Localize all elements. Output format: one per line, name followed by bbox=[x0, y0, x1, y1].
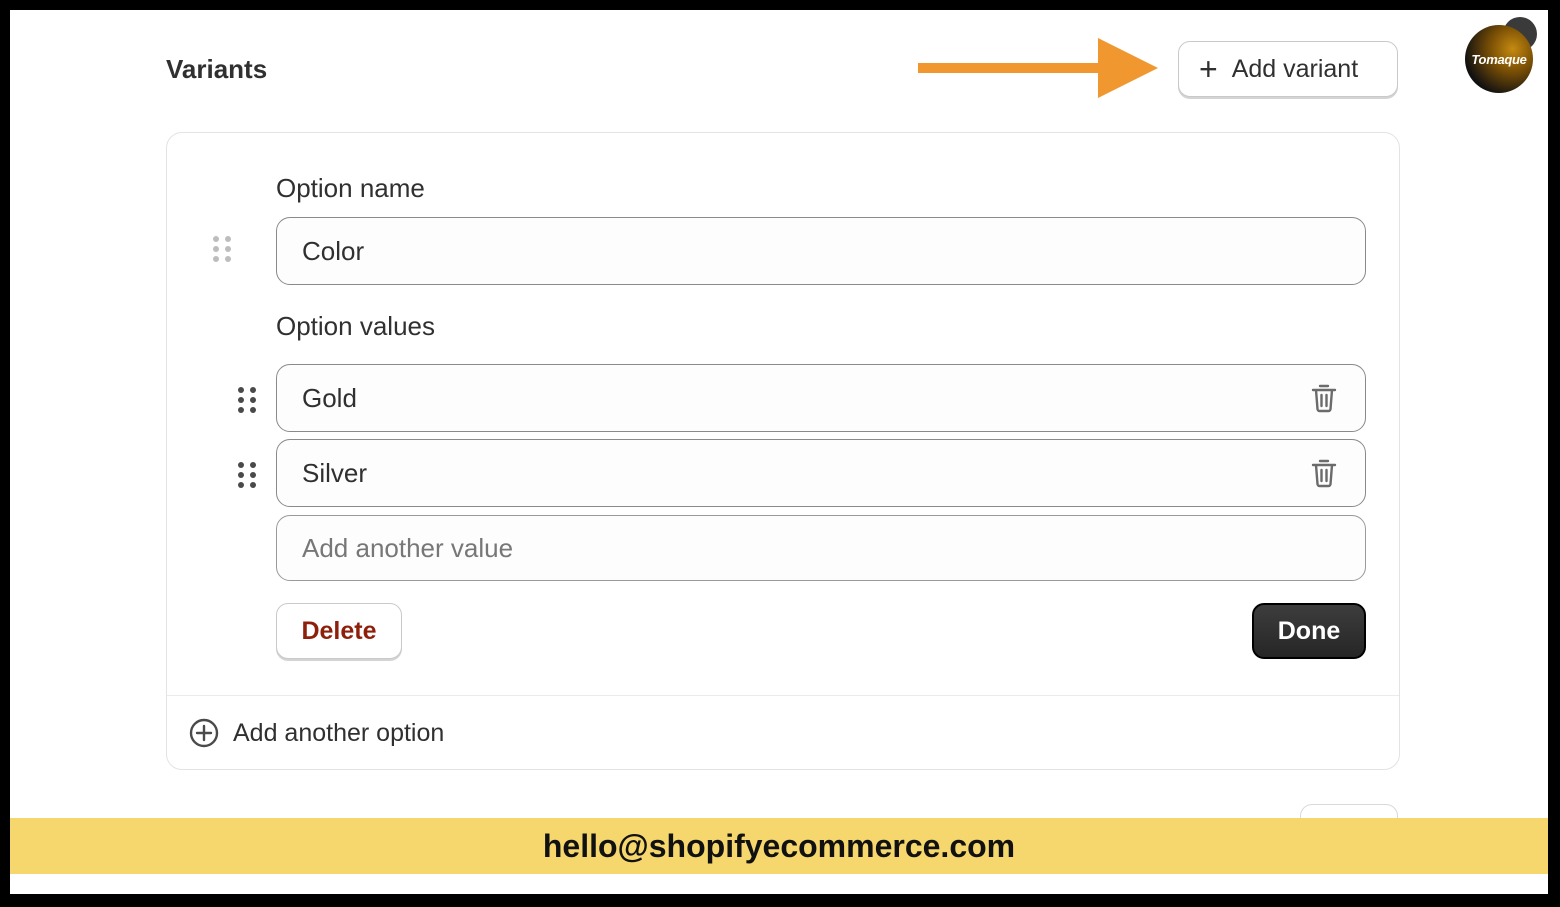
done-button[interactable]: Done bbox=[1252, 603, 1366, 659]
add-variant-button[interactable]: + Add variant bbox=[1178, 41, 1398, 97]
plus-circle-icon bbox=[189, 718, 219, 748]
logo-badge: Tomaque bbox=[1465, 25, 1533, 93]
trash-icon[interactable] bbox=[1311, 383, 1337, 413]
option-value-field[interactable]: Gold bbox=[276, 364, 1366, 432]
logo-text: Tomaque bbox=[1471, 51, 1527, 67]
page: Variants + Add variant Tomaque Option na… bbox=[10, 10, 1548, 894]
divider bbox=[167, 695, 1399, 696]
logo: Tomaque bbox=[1465, 17, 1537, 93]
section-title: Variants bbox=[166, 54, 268, 84]
add-value-placeholder: Add another value bbox=[302, 532, 514, 563]
option-values-label: Option values bbox=[276, 311, 435, 341]
option-card: Option name Color Option values Gold Sil… bbox=[166, 132, 1400, 770]
add-another-option-label: Add another option bbox=[233, 718, 445, 747]
option-name-value: Color bbox=[302, 235, 365, 266]
trash-icon[interactable] bbox=[1311, 458, 1337, 488]
option-value-text: Silver bbox=[302, 457, 368, 488]
arrow-right-icon bbox=[918, 38, 1158, 98]
add-variant-label: Add variant bbox=[1231, 54, 1359, 83]
contact-banner: hello@shopifyecommerce.com bbox=[10, 818, 1548, 874]
plus-icon: + bbox=[1199, 51, 1218, 87]
add-value-input[interactable]: Add another value bbox=[276, 515, 1366, 581]
option-value-text: Gold bbox=[302, 382, 357, 413]
contact-email: hello@shopifyecommerce.com bbox=[542, 827, 1016, 864]
delete-button[interactable]: Delete bbox=[276, 603, 402, 659]
option-name-label: Option name bbox=[276, 173, 425, 203]
add-another-option-button[interactable]: Add another option bbox=[189, 718, 444, 748]
drag-handle-icon[interactable] bbox=[238, 387, 256, 413]
drag-handle-icon[interactable] bbox=[213, 236, 231, 262]
option-value-field[interactable]: Silver bbox=[276, 439, 1366, 507]
option-name-field[interactable]: Color bbox=[276, 217, 1366, 285]
drag-handle-icon[interactable] bbox=[238, 462, 256, 488]
